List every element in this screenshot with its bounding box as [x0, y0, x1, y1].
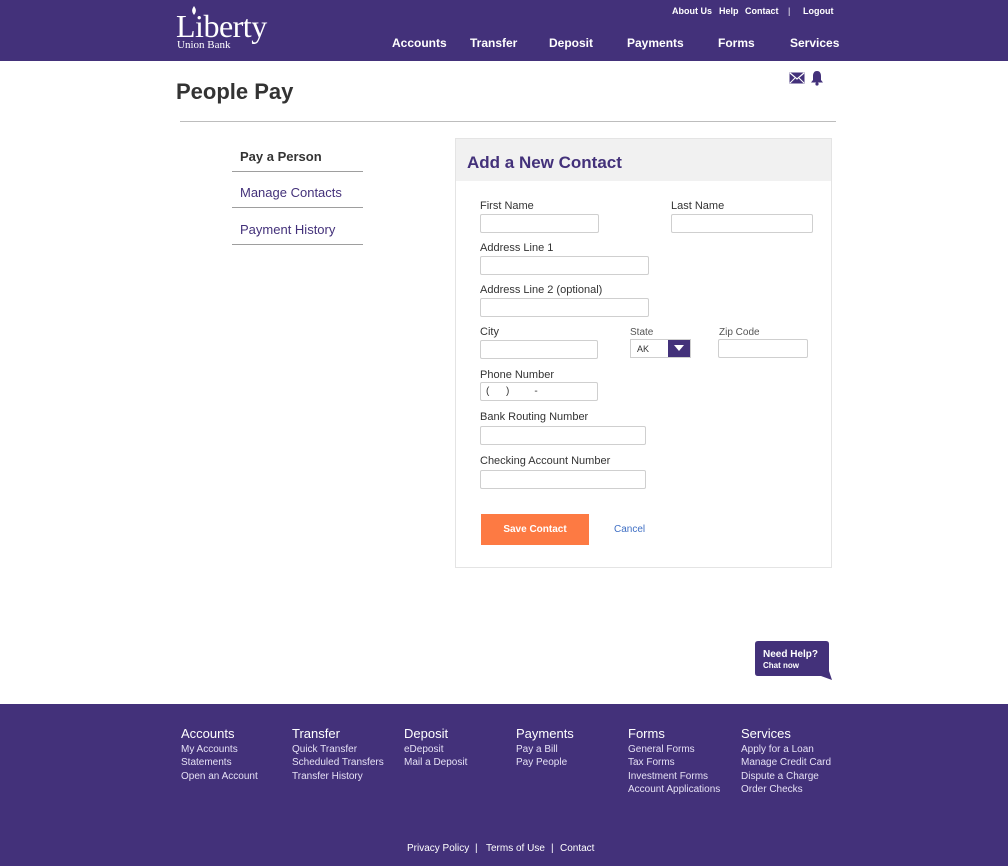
footer-heading: Accounts — [181, 726, 235, 741]
footer-link-scheduled-transfers[interactable]: Scheduled Transfers — [292, 756, 384, 769]
first-name-label: First Name — [480, 200, 534, 212]
footer-link-dispute-charge[interactable]: Dispute a Charge — [741, 770, 831, 783]
state-dropdown-button[interactable] — [668, 340, 690, 357]
nav-transfer[interactable]: Transfer — [470, 36, 517, 51]
logo-subtitle: Union Bank — [177, 39, 231, 51]
address-line-1-field[interactable] — [480, 256, 649, 275]
routing-number-label: Bank Routing Number — [480, 411, 589, 423]
footer-link-account-applications[interactable]: Account Applications — [628, 783, 720, 796]
footer-heading: Services — [741, 726, 791, 741]
form-title: Add a New Contact — [467, 153, 622, 172]
footer-link-apply-loan[interactable]: Apply for a Loan — [741, 743, 831, 756]
chat-help-bubble[interactable]: Need Help? Chat now — [755, 641, 832, 681]
footer-heading: Deposit — [404, 726, 449, 741]
checking-account-field[interactable] — [480, 470, 646, 489]
zip-code-field[interactable] — [718, 339, 808, 358]
cancel-link[interactable]: Cancel — [614, 524, 645, 536]
legal-separator: | — [551, 843, 554, 854]
nav-forms[interactable]: Forms — [718, 36, 755, 51]
footer-column-forms: Forms General Forms Tax Forms Investment… — [628, 726, 720, 797]
utility-separator: | — [788, 6, 791, 16]
privacy-policy-link[interactable]: Privacy Policy — [407, 843, 469, 855]
last-name-field[interactable] — [671, 214, 813, 233]
logout-link[interactable]: Logout — [803, 5, 834, 17]
site-header: Liberty Union Bank About Us Help Contact… — [0, 0, 1008, 61]
terms-of-use-link[interactable]: Terms of Use — [486, 843, 545, 855]
footer-heading: Forms — [628, 726, 665, 741]
nav-deposit[interactable]: Deposit — [549, 36, 593, 51]
footer-link-tax-forms[interactable]: Tax Forms — [628, 756, 720, 769]
footer-contact-link[interactable]: Contact — [560, 843, 594, 855]
state-selected-value: AK — [637, 344, 650, 354]
mail-icon[interactable] — [789, 72, 805, 84]
footer-link-manage-credit-card[interactable]: Manage Credit Card — [741, 756, 831, 769]
sidebar-item-manage-contacts[interactable]: Manage Contacts — [232, 172, 363, 208]
chat-title: Need Help? — [763, 649, 819, 660]
footer-link-investment-forms[interactable]: Investment Forms — [628, 770, 720, 783]
address-line-1-label: Address Line 1 — [480, 242, 554, 254]
phone-number-field[interactable]: ( ) - — [480, 382, 598, 401]
about-us-link[interactable]: About Us — [672, 5, 712, 17]
nav-services[interactable]: Services — [790, 36, 839, 51]
first-name-field[interactable] — [480, 214, 599, 233]
page-title: People Pay — [176, 79, 294, 104]
bank-logo[interactable]: Liberty Union Bank — [176, 6, 286, 52]
footer-link-pay-bill[interactable]: Pay a Bill — [516, 743, 574, 756]
phone-number-label: Phone Number — [480, 369, 554, 381]
address-line-2-field[interactable] — [480, 298, 649, 317]
footer-link-quick-transfer[interactable]: Quick Transfer — [292, 743, 384, 756]
footer-link-general-forms[interactable]: General Forms — [628, 743, 720, 756]
logo-wordmark: Liberty — [176, 8, 267, 44]
legal-separator: | — [475, 843, 478, 854]
contact-link[interactable]: Contact — [745, 5, 779, 17]
city-field[interactable] — [480, 340, 598, 359]
footer-link-my-accounts[interactable]: My Accounts — [181, 743, 258, 756]
zip-code-label: Zip Code — [719, 327, 760, 338]
routing-number-field[interactable] — [480, 426, 646, 445]
nav-accounts[interactable]: Accounts — [392, 36, 447, 51]
footer-column-payments: Payments Pay a Bill Pay People — [516, 726, 574, 770]
site-footer: Accounts My Accounts Statements Open an … — [0, 704, 1008, 866]
help-link[interactable]: Help — [719, 5, 739, 17]
nav-payments[interactable]: Payments — [627, 36, 684, 51]
footer-link-pay-people[interactable]: Pay People — [516, 756, 574, 769]
phone-mask: ( ) - — [486, 386, 538, 397]
footer-link-order-checks[interactable]: Order Checks — [741, 783, 831, 796]
bell-icon[interactable] — [810, 70, 824, 86]
footer-link-transfer-history[interactable]: Transfer History — [292, 770, 384, 783]
sidebar-item-pay-a-person[interactable]: Pay a Person — [232, 136, 363, 172]
state-label: State — [630, 327, 654, 338]
form-header: Add a New Contact — [456, 139, 831, 181]
footer-link-statements[interactable]: Statements — [181, 756, 258, 769]
sidebar-item-payment-history[interactable]: Payment History — [232, 209, 363, 245]
chat-subtitle: Chat now — [763, 661, 799, 670]
state-select[interactable]: AK — [630, 339, 691, 358]
footer-heading: Payments — [516, 726, 574, 741]
footer-column-transfer: Transfer Quick Transfer Scheduled Transf… — [292, 726, 384, 783]
footer-column-deposit: Deposit eDeposit Mail a Deposit — [404, 726, 467, 770]
footer-column-accounts: Accounts My Accounts Statements Open an … — [181, 726, 258, 783]
footer-heading: Transfer — [292, 726, 340, 741]
footer-link-mail-deposit[interactable]: Mail a Deposit — [404, 756, 467, 769]
footer-link-edeposit[interactable]: eDeposit — [404, 743, 467, 756]
checking-account-label: Checking Account Number — [480, 455, 611, 467]
add-contact-form: Add a New Contact First Name Last Name A… — [455, 138, 832, 568]
last-name-label: Last Name — [671, 200, 725, 212]
address-line-2-label: Address Line 2 (optional) — [480, 284, 603, 296]
chevron-down-icon — [674, 345, 684, 351]
title-divider — [180, 121, 836, 122]
city-label: City — [480, 326, 499, 338]
footer-column-services: Services Apply for a Loan Manage Credit … — [741, 726, 831, 797]
footer-link-open-account[interactable]: Open an Account — [181, 770, 258, 783]
save-contact-button[interactable]: Save Contact — [481, 514, 589, 545]
